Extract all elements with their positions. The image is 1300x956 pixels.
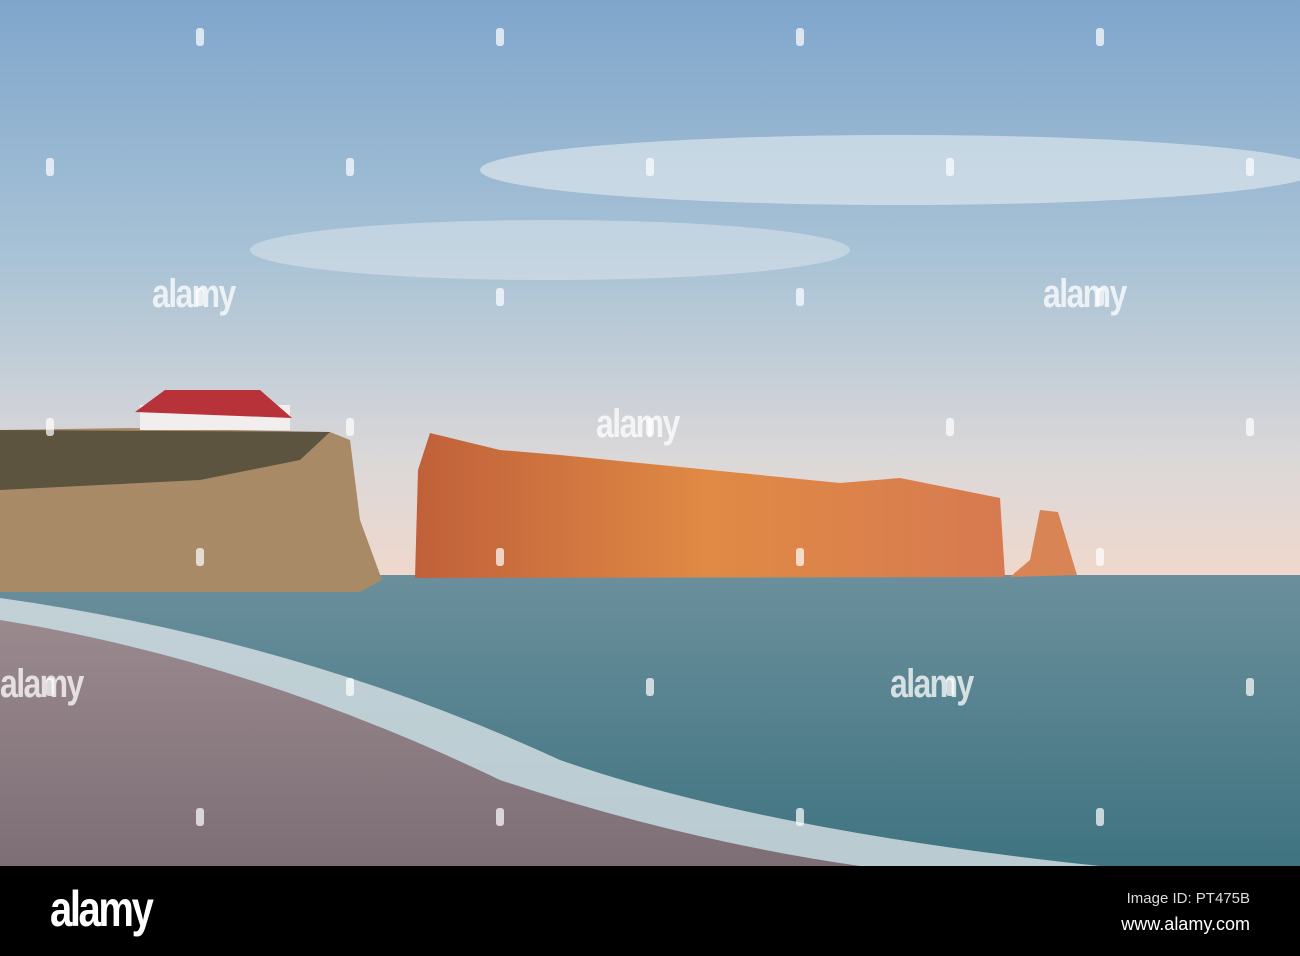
- cloud: [250, 220, 850, 280]
- watermark-dot: [1246, 678, 1254, 696]
- watermark-dot: [946, 678, 954, 696]
- watermark-dot: [946, 158, 954, 176]
- watermark-dot: [496, 808, 504, 826]
- watermark-dot: [346, 678, 354, 696]
- watermark-dot: [1246, 418, 1254, 436]
- watermark-dot: [796, 808, 804, 826]
- watermark-dot: [796, 548, 804, 566]
- watermark-dot: [646, 158, 654, 176]
- watermark: alamy: [0, 662, 84, 706]
- watermark-dot: [946, 418, 954, 436]
- watermark: alamy: [890, 662, 974, 706]
- watermark-dot: [496, 28, 504, 46]
- watermark-dot: [646, 678, 654, 696]
- watermark: alamy: [152, 272, 236, 316]
- watermark-dot: [196, 548, 204, 566]
- photo-stage: alamy alamy alamy alamy alamy alamy Imag…: [0, 0, 1300, 956]
- watermark-dot: [46, 418, 54, 436]
- watermark-dot: [796, 28, 804, 46]
- watermark-dot: [46, 158, 54, 176]
- watermark-dot: [1096, 808, 1104, 826]
- watermark-dot: [796, 288, 804, 306]
- footer-bar: alamy Image ID: PT475B www.alamy.com: [0, 866, 1300, 956]
- watermark-dot: [346, 158, 354, 176]
- watermark-dot: [496, 288, 504, 306]
- watermark-dot: [646, 418, 654, 436]
- watermark-dot: [196, 808, 204, 826]
- cloud: [480, 135, 1300, 205]
- watermark-dot: [1096, 548, 1104, 566]
- alamy-logo: alamy: [50, 881, 154, 937]
- watermark: alamy: [1043, 272, 1127, 316]
- watermark-dot: [496, 548, 504, 566]
- watermark: alamy: [596, 402, 680, 446]
- watermark-dot: [196, 288, 204, 306]
- image-id: Image ID: PT475B: [1126, 890, 1250, 907]
- watermark-dot: [196, 28, 204, 46]
- website-link: www.alamy.com: [1121, 914, 1250, 934]
- watermark-dot: [346, 418, 354, 436]
- watermark-dot: [46, 678, 54, 696]
- watermark-dot: [1096, 288, 1104, 306]
- watermark-dot: [1096, 28, 1104, 46]
- watermark-dot: [1246, 158, 1254, 176]
